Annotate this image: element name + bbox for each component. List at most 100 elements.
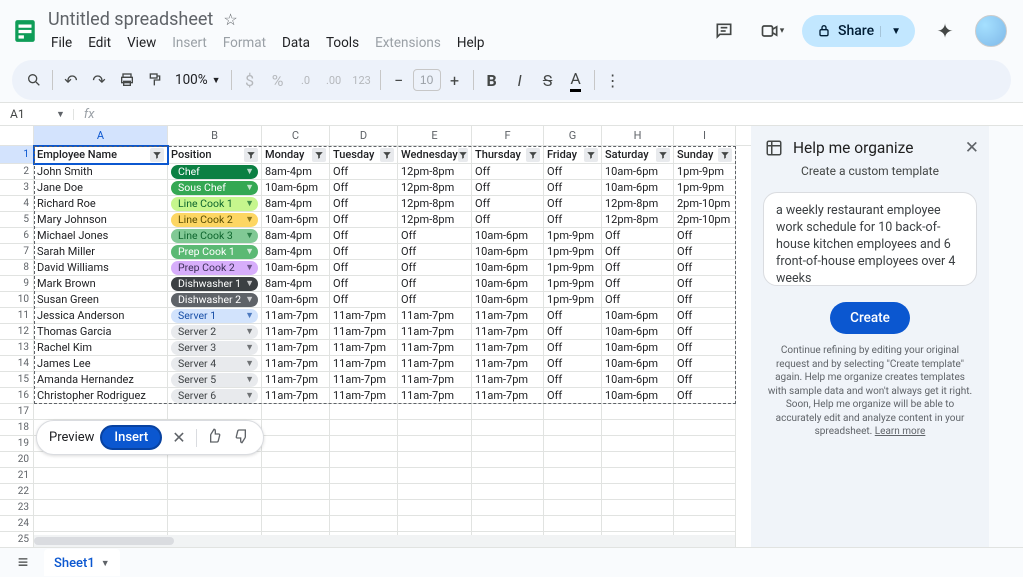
chevron-down-icon[interactable]: ▼ bbox=[245, 182, 254, 193]
cell[interactable] bbox=[262, 500, 330, 516]
filter-icon[interactable] bbox=[244, 148, 258, 162]
row-header[interactable]: 9 bbox=[0, 276, 34, 292]
menu-extensions[interactable]: Extensions bbox=[368, 32, 448, 54]
cell[interactable] bbox=[398, 484, 472, 500]
cell[interactable]: Off bbox=[330, 276, 398, 292]
column-header[interactable]: F bbox=[472, 126, 544, 145]
cell[interactable]: 11am-7pm bbox=[262, 324, 330, 340]
column-header[interactable]: H bbox=[602, 126, 674, 145]
cell[interactable]: Off bbox=[330, 292, 398, 308]
cell[interactable] bbox=[602, 404, 674, 420]
cell[interactable] bbox=[674, 404, 736, 420]
bold-icon[interactable]: B bbox=[478, 66, 506, 94]
cell[interactable] bbox=[398, 516, 472, 532]
cell[interactable]: Off bbox=[398, 292, 472, 308]
increase-font-icon[interactable]: + bbox=[441, 66, 469, 94]
cell[interactable] bbox=[398, 404, 472, 420]
cell[interactable]: Off bbox=[674, 276, 736, 292]
column-header[interactable]: C bbox=[262, 126, 330, 145]
filter-icon[interactable] bbox=[526, 148, 540, 162]
row-header[interactable]: 12 bbox=[0, 324, 34, 340]
cell[interactable]: Off bbox=[602, 292, 674, 308]
cell[interactable] bbox=[472, 468, 544, 484]
prompt-textarea[interactable]: a weekly restaurant employee work schedu… bbox=[763, 192, 977, 286]
redo-icon[interactable]: ↷ bbox=[85, 66, 113, 94]
cell[interactable]: 11am-7pm bbox=[398, 388, 472, 404]
cell[interactable]: 11am-7pm bbox=[472, 340, 544, 356]
cell[interactable]: 12pm-8pm bbox=[602, 212, 674, 228]
position-chip[interactable]: Line Cook 1▼ bbox=[171, 197, 258, 211]
cell[interactable] bbox=[262, 484, 330, 500]
cell[interactable] bbox=[330, 452, 398, 468]
cell[interactable]: Off bbox=[472, 164, 544, 180]
cell[interactable]: 11am-7pm bbox=[330, 308, 398, 324]
cell[interactable]: John Smith bbox=[34, 164, 168, 180]
cell[interactable] bbox=[674, 436, 736, 452]
sheet-tab[interactable]: Sheet1 ▼ bbox=[44, 549, 120, 576]
header-cell[interactable]: Position bbox=[168, 146, 262, 164]
position-chip[interactable]: Server 5▼ bbox=[171, 373, 258, 387]
cell[interactable] bbox=[602, 452, 674, 468]
position-chip[interactable]: Prep Cook 1▼ bbox=[171, 245, 258, 259]
cell[interactable] bbox=[262, 468, 330, 484]
cell[interactable]: Line Cook 1▼ bbox=[168, 196, 262, 212]
create-button[interactable]: Create bbox=[830, 302, 910, 334]
filter-icon[interactable] bbox=[458, 148, 468, 162]
cell[interactable] bbox=[602, 516, 674, 532]
cell[interactable]: 12pm-8pm bbox=[602, 196, 674, 212]
cell[interactable]: Jane Doe bbox=[34, 180, 168, 196]
document-title[interactable]: Untitled spreadsheet bbox=[44, 9, 217, 31]
horizontal-scrollbar[interactable] bbox=[34, 535, 735, 547]
menu-help[interactable]: Help bbox=[450, 32, 492, 54]
cell[interactable]: 11am-7pm bbox=[472, 388, 544, 404]
column-header[interactable]: E bbox=[398, 126, 472, 145]
select-all-corner[interactable] bbox=[0, 126, 34, 145]
cell[interactable] bbox=[544, 452, 602, 468]
cell[interactable]: 11am-7pm bbox=[398, 356, 472, 372]
cell[interactable]: Off bbox=[602, 276, 674, 292]
filter-icon[interactable] bbox=[656, 148, 670, 162]
cell[interactable]: Off bbox=[398, 276, 472, 292]
cell[interactable]: 10am-6pm bbox=[602, 372, 674, 388]
cell[interactable]: 1pm-9pm bbox=[544, 292, 602, 308]
paint-format-icon[interactable] bbox=[141, 66, 169, 94]
cell[interactable] bbox=[262, 436, 330, 452]
filter-icon[interactable] bbox=[312, 148, 326, 162]
position-chip[interactable]: Line Cook 2▼ bbox=[171, 213, 258, 227]
chevron-down-icon[interactable]: ▼ bbox=[245, 214, 254, 225]
cell[interactable]: Dishwasher 1▼ bbox=[168, 276, 262, 292]
cell[interactable]: 11am-7pm bbox=[330, 372, 398, 388]
cell[interactable] bbox=[602, 484, 674, 500]
row-header[interactable]: 8 bbox=[0, 260, 34, 276]
share-caret-icon[interactable]: ▼ bbox=[880, 26, 909, 37]
all-sheets-icon[interactable]: ≡ bbox=[8, 552, 38, 573]
chevron-down-icon[interactable]: ▼ bbox=[245, 342, 254, 353]
cell[interactable]: Off bbox=[544, 196, 602, 212]
filter-icon[interactable] bbox=[150, 148, 164, 162]
cell[interactable]: James Lee bbox=[34, 356, 168, 372]
thumbs-up-icon[interactable] bbox=[203, 428, 225, 448]
row-header[interactable]: 5 bbox=[0, 212, 34, 228]
chevron-down-icon[interactable]: ▼ bbox=[245, 198, 254, 209]
strikethrough-icon[interactable]: S bbox=[534, 66, 562, 94]
cell[interactable]: Mark Brown bbox=[34, 276, 168, 292]
cell[interactable]: 8am-4pm bbox=[262, 276, 330, 292]
cell[interactable]: 11am-7pm bbox=[398, 340, 472, 356]
position-chip[interactable]: Chef▼ bbox=[171, 165, 258, 179]
position-chip[interactable]: Line Cook 3▼ bbox=[171, 229, 258, 243]
cell[interactable]: 1pm-9pm bbox=[544, 276, 602, 292]
row-header[interactable]: 25 bbox=[0, 532, 34, 547]
menu-edit[interactable]: Edit bbox=[81, 32, 118, 54]
row-header[interactable]: 11 bbox=[0, 308, 34, 324]
chevron-down-icon[interactable]: ▼ bbox=[245, 326, 254, 337]
cell[interactable]: 12pm-8pm bbox=[398, 180, 472, 196]
cell[interactable]: 11am-7pm bbox=[398, 372, 472, 388]
cell[interactable] bbox=[168, 468, 262, 484]
cell[interactable] bbox=[398, 468, 472, 484]
cell[interactable] bbox=[544, 468, 602, 484]
cell[interactable] bbox=[330, 516, 398, 532]
sheet-tab-caret-icon[interactable]: ▼ bbox=[101, 558, 110, 569]
cell[interactable]: 1pm-9pm bbox=[544, 260, 602, 276]
cell[interactable]: 10am-6pm bbox=[602, 180, 674, 196]
cell[interactable]: 10am-6pm bbox=[602, 308, 674, 324]
